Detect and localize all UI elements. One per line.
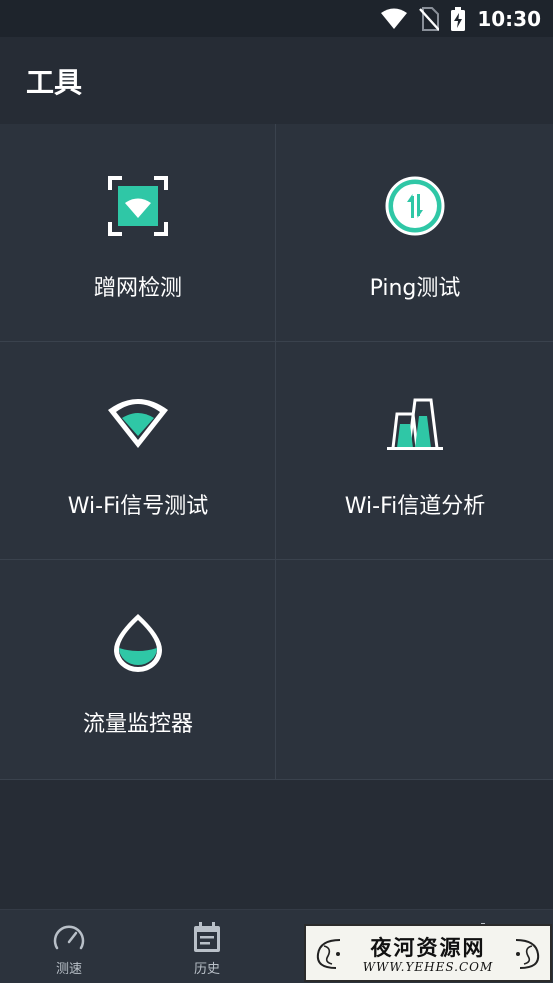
grid-divider bbox=[0, 341, 553, 342]
wifi-signal-icon bbox=[108, 399, 168, 448]
channel-analysis-icon bbox=[387, 398, 443, 450]
wifi-scan-icon bbox=[108, 176, 168, 236]
tool-label: Wi-Fi信道分析 bbox=[344, 494, 486, 519]
grid-divider bbox=[275, 124, 276, 780]
tools-grid: 蹭网检测 Ping测试 Wi-Fi信号测试 Wi-Fi信道分析 流量监控器 bbox=[0, 124, 553, 780]
tool-tile-ping[interactable]: Ping测试 bbox=[277, 124, 553, 342]
status-time: 10:30 bbox=[477, 6, 541, 31]
app-bar: 工具 bbox=[0, 37, 553, 124]
tool-label: 流量监控器 bbox=[82, 712, 193, 737]
no-sim-icon bbox=[419, 6, 440, 31]
grid-divider bbox=[0, 559, 553, 560]
tool-label: Ping测试 bbox=[369, 276, 461, 301]
tool-tile-wifi-signal[interactable]: Wi-Fi信号测试 bbox=[0, 342, 276, 560]
traffic-drop-icon bbox=[114, 614, 162, 672]
speedometer-icon bbox=[53, 925, 85, 950]
nav-item-history[interactable]: 历史 bbox=[138, 910, 276, 983]
status-icons: 10:30 bbox=[381, 0, 541, 37]
tool-tile-channel-analysis[interactable]: Wi-Fi信道分析 bbox=[277, 342, 553, 560]
page-title: 工具 bbox=[26, 66, 83, 99]
tool-label: Wi-Fi信号测试 bbox=[67, 494, 209, 519]
grid-divider bbox=[0, 779, 553, 780]
tool-tile-traffic-monitor[interactable]: 流量监控器 bbox=[0, 560, 276, 778]
battery-charging-icon bbox=[451, 6, 466, 31]
tool-label: 蹭网检测 bbox=[93, 276, 182, 301]
wifi-status-icon bbox=[381, 8, 408, 29]
nav-label: 测速 bbox=[55, 962, 82, 977]
calendar-icon bbox=[194, 922, 220, 952]
ping-icon bbox=[385, 176, 445, 236]
status-bar: 10:30 bbox=[0, 0, 553, 37]
nav-item-speed-test[interactable]: 测速 bbox=[0, 910, 138, 983]
watermark-badge: 夜河资源网 WWW.YEHES.COM bbox=[304, 924, 552, 982]
nav-label: 历史 bbox=[193, 962, 220, 977]
ornament-icon bbox=[515, 939, 540, 969]
tool-tile-wifi-scan[interactable]: 蹭网检测 bbox=[0, 124, 276, 342]
